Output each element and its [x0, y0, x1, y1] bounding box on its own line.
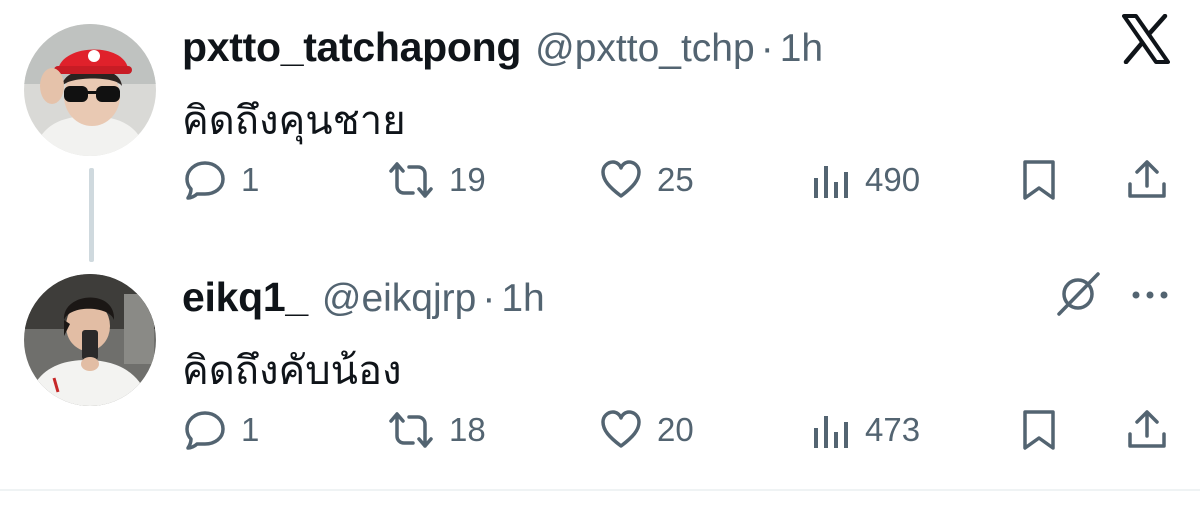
speech-bubble-icon — [185, 161, 225, 200]
separator-dot: · — [482, 277, 496, 320]
share-upload-icon — [1128, 160, 1166, 198]
view-count: 490 — [865, 161, 921, 198]
share-button[interactable] — [1125, 155, 1169, 205]
tweet-actions: 1 19 25 490 — [0, 155, 1200, 205]
bookmark-button[interactable] — [1019, 155, 1059, 205]
heart-icon — [601, 160, 641, 198]
tweet-header: pxtto_tatchapong @pxtto_tchp · 1h — [182, 24, 823, 74]
tweet-text: คิดถึงคุนชาย — [182, 98, 406, 144]
tweet-header: eikq1_ @eikqjrp · 1h — [182, 274, 545, 324]
bookmark-icon — [1023, 410, 1055, 450]
repost-arrows-icon — [389, 412, 433, 448]
display-name[interactable]: eikq1_ — [182, 274, 308, 321]
like-button[interactable]: 25 — [599, 155, 694, 205]
avatar-eikq1[interactable] — [24, 274, 156, 406]
reply-button[interactable]: 1 — [183, 155, 259, 205]
repost-count: 19 — [449, 161, 486, 198]
display-name[interactable]: pxtto_tatchapong — [182, 24, 521, 71]
views-button[interactable]: 473 — [811, 405, 920, 455]
reply-count: 1 — [241, 411, 260, 448]
views-button[interactable]: 490 — [811, 155, 920, 205]
like-count: 25 — [657, 161, 694, 198]
tweet-text: คิดถึงคับน้อง — [182, 348, 402, 394]
timestamp[interactable]: 1h — [501, 277, 544, 321]
share-upload-icon — [1128, 410, 1166, 448]
more-dots-icon[interactable] — [1128, 273, 1172, 322]
reply-button[interactable]: 1 — [183, 405, 259, 455]
avatar-pxtto[interactable] — [24, 24, 156, 156]
repost-count: 18 — [449, 411, 486, 448]
like-count: 20 — [657, 411, 694, 448]
user-handle[interactable]: @pxtto_tchp — [535, 27, 755, 71]
like-button[interactable]: 20 — [599, 405, 694, 455]
tweet-actions: 1 18 20 473 — [0, 405, 1200, 455]
separator-dot: · — [760, 27, 774, 70]
bar-chart-icon — [814, 416, 848, 448]
heart-icon — [601, 410, 641, 448]
repost-button[interactable]: 19 — [387, 155, 486, 205]
divider — [0, 489, 1200, 491]
x-logo-icon[interactable] — [1122, 13, 1170, 69]
repost-button[interactable]: 18 — [387, 405, 486, 455]
bookmark-button[interactable] — [1019, 405, 1059, 455]
timestamp[interactable]: 1h — [780, 27, 823, 71]
share-button[interactable] — [1125, 405, 1169, 455]
bookmark-icon — [1023, 160, 1055, 200]
view-count: 473 — [865, 411, 921, 448]
user-handle[interactable]: @eikqjrp — [322, 277, 476, 321]
repost-arrows-icon — [389, 162, 433, 198]
grok-slash-icon[interactable] — [1054, 270, 1102, 323]
bar-chart-icon — [814, 166, 848, 198]
speech-bubble-icon — [185, 411, 225, 450]
reply-count: 1 — [241, 161, 260, 198]
